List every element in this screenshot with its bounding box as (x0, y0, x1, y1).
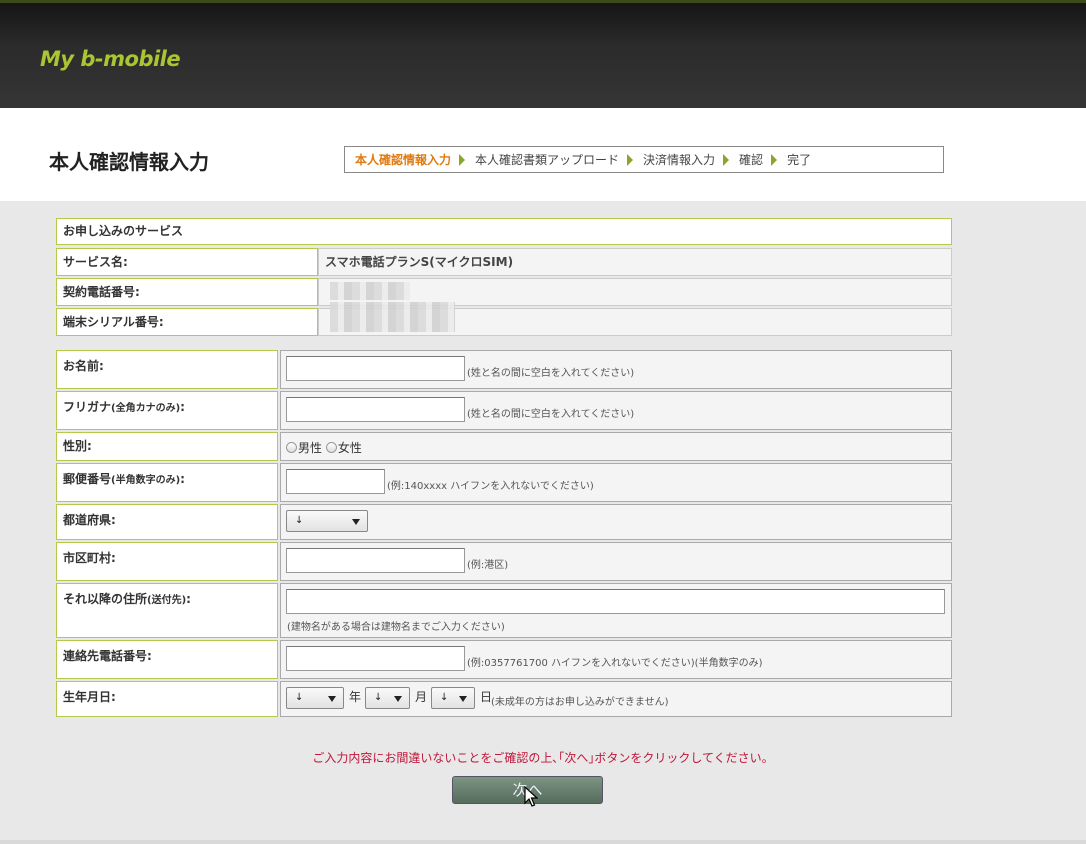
radio-male[interactable] (286, 442, 297, 453)
kana-input[interactable] (286, 397, 465, 422)
step-arrow-icon (771, 153, 778, 166)
kana-label: フリガナ(全角カナのみ): (56, 391, 278, 430)
step-arrow-icon (627, 153, 634, 166)
name-note: (姓と名の間に空白を入れてください) (467, 368, 635, 379)
step-arrow-icon (723, 153, 730, 166)
gender-options: 男性 女性 (286, 439, 362, 456)
serial-label: 端末シリアル番号: (56, 308, 318, 336)
gender-label: 性別: (56, 432, 278, 461)
footer-divider (0, 840, 1086, 844)
year-unit: 年 (349, 690, 362, 704)
birthdate-note: (未成年の方はお申し込みができません) (491, 697, 669, 708)
postal-label: 郵便番号(半角数字のみ): (56, 463, 278, 502)
prefecture-label: 都道府県: (56, 504, 278, 540)
postal-note: (例:140xxxx ハイフンを入れないでください) (387, 481, 594, 492)
confirmation-notice: ご入力内容にお間違いないことをご確認の上､｢次へ｣ボタンをクリックしてください。 (312, 751, 774, 765)
postal-input[interactable] (286, 469, 385, 494)
city-note: (例:港区) (467, 560, 509, 571)
service-section-title: お申し込みのサービス (56, 218, 952, 245)
step-payment: 決済情報入力 (643, 153, 716, 167)
contact-phone-label: 連絡先電話番号: (56, 640, 278, 679)
logo[interactable]: My b-mobile (40, 47, 181, 71)
birth-month-select[interactable]: ↓ (365, 687, 410, 709)
name-label: お名前: (56, 350, 278, 389)
birth-year-select[interactable]: ↓ (286, 687, 344, 709)
header: My b-mobile (0, 0, 1086, 108)
kana-note: (姓と名の間に空白を入れてください) (467, 409, 635, 420)
radio-female[interactable] (325, 442, 337, 453)
step-identity-info: 本人確認情報入力 (355, 153, 452, 167)
prefecture-field-cell (280, 504, 952, 540)
birthdate-label: 生年月日: (56, 681, 278, 717)
service-name-value: スマホ電話プランS(マイクロSIM) (318, 248, 952, 276)
redacted-serial (330, 302, 455, 332)
progress-steps: 本人確認情報入力 本人確認書類アップロード 決済情報入力 確認 完了 (344, 146, 944, 173)
city-label: 市区町村: (56, 542, 278, 581)
prefecture-select[interactable]: ↓ (286, 510, 368, 532)
radio-male-label[interactable]: 男性 (298, 441, 322, 455)
address-label: それ以降の住所(送付先): (56, 583, 278, 638)
address-note: (建物名がある場合は建物名までご入力ください) (287, 622, 505, 633)
step-complete: 完了 (787, 153, 812, 167)
city-input[interactable] (286, 548, 465, 573)
page-title: 本人確認情報入力 (49, 150, 209, 174)
contract-phone-label: 契約電話番号: (56, 278, 318, 306)
address-input[interactable] (286, 589, 945, 614)
month-unit: 月 (415, 690, 428, 704)
birth-day-select[interactable]: ↓ (431, 687, 475, 709)
contact-phone-note: (例:0357761700 ハイフンを入れないでください)(半角数字のみ) (467, 658, 763, 669)
contact-phone-input[interactable] (286, 646, 465, 671)
step-document-upload: 本人確認書類アップロード (475, 153, 620, 167)
step-arrow-icon (459, 153, 466, 166)
step-confirm: 確認 (739, 153, 764, 167)
redacted-phone (330, 282, 410, 300)
radio-female-label[interactable]: 女性 (338, 441, 362, 455)
service-name-label: サービス名: (56, 248, 318, 276)
mouse-cursor-icon (524, 786, 538, 807)
name-input[interactable] (286, 356, 465, 381)
gender-field-cell (280, 432, 952, 461)
